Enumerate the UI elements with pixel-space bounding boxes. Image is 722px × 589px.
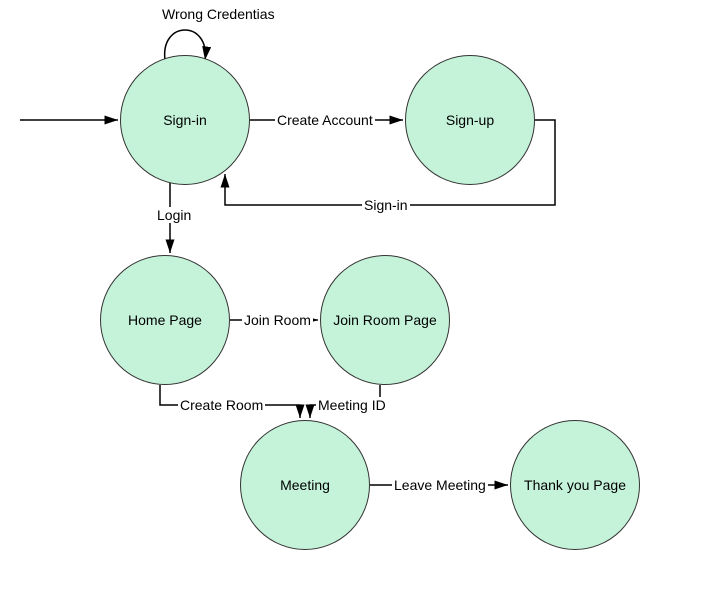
node-signup-label: Sign-up <box>446 112 494 128</box>
node-joinroom: Join Room Page <box>320 255 450 385</box>
label-create-account: Create Account <box>275 112 375 128</box>
label-create-room: Create Room <box>178 397 265 413</box>
node-meeting: Meeting <box>240 420 370 550</box>
node-signin: Sign-in <box>120 55 250 185</box>
node-home: Home Page <box>100 255 230 385</box>
node-signup: Sign-up <box>405 55 535 185</box>
node-thankyou: Thank you Page <box>510 420 640 550</box>
node-joinroom-label: Join Room Page <box>333 312 437 328</box>
label-join-room: Join Room <box>242 312 313 328</box>
label-leave-meeting: Leave Meeting <box>392 477 488 493</box>
label-login: Login <box>155 207 193 223</box>
label-meeting-id: Meeting ID <box>316 397 388 413</box>
node-thankyou-label: Thank you Page <box>524 477 626 493</box>
label-signin-back: Sign-in <box>362 197 410 213</box>
node-signin-label: Sign-in <box>163 112 207 128</box>
label-wrong-credentials: Wrong Credentias <box>160 6 277 22</box>
node-meeting-label: Meeting <box>280 477 330 493</box>
node-home-label: Home Page <box>128 312 202 328</box>
